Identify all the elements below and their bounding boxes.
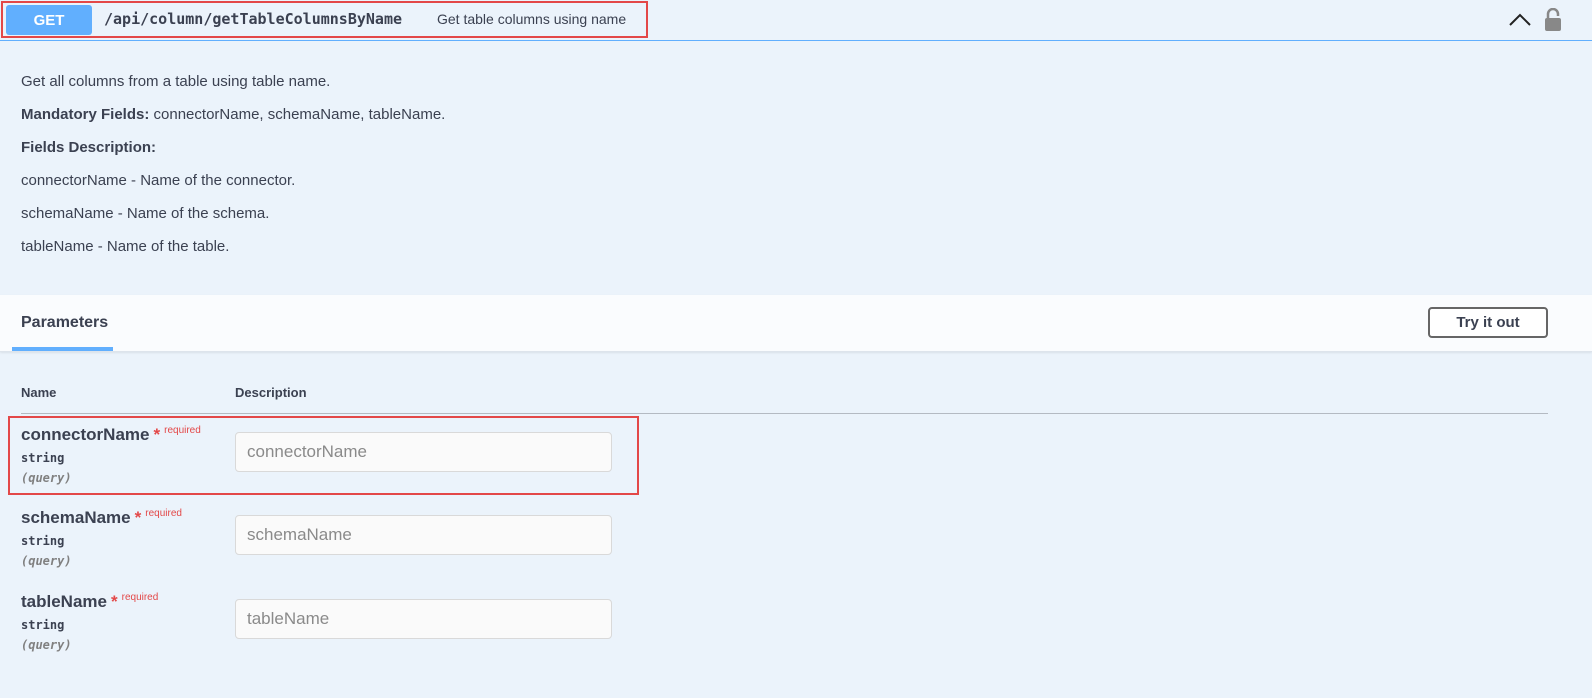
- column-header-name: Name: [21, 385, 57, 400]
- parameter-name: schemaName * required: [21, 508, 182, 527]
- parameter-type: string: [21, 618, 65, 632]
- field-description-connector: connectorName - Name of the connector.: [21, 172, 296, 189]
- mandatory-label: Mandatory Fields:: [21, 106, 150, 123]
- parameter-highlight-box: [8, 416, 639, 495]
- parameter-location: (query): [21, 554, 72, 568]
- operation-description: Get all columns from a table using table…: [21, 72, 445, 270]
- tab-parameters[interactable]: Parameters: [12, 295, 113, 351]
- description-line: Get all columns from a table using table…: [21, 73, 331, 90]
- try-it-out-button[interactable]: Try it out: [1428, 307, 1548, 338]
- schema-name-input[interactable]: [235, 515, 612, 555]
- required-label: required: [145, 508, 182, 519]
- fields-description-heading: Fields Description:: [21, 139, 157, 156]
- column-header-description: Description: [235, 385, 307, 400]
- parameter-name: tableName * required: [21, 592, 159, 611]
- tab-parameters-label: Parameters: [21, 314, 109, 331]
- summary-highlight-box: [1, 1, 648, 38]
- header-divider: [21, 413, 1548, 414]
- parameter-row-schema-name: schemaName * required string (query): [0, 508, 1592, 588]
- parameter-location: (query): [21, 638, 72, 652]
- field-description-schema: schemaName - Name of the schema.: [21, 205, 270, 222]
- lock-icon[interactable]: [1544, 8, 1562, 32]
- required-star: *: [134, 508, 142, 527]
- field-description-table: tableName - Name of the table.: [21, 238, 230, 255]
- mandatory-fields: Mandatory Fields: connectorName, schemaN…: [21, 105, 445, 138]
- parameter-type: string: [21, 534, 65, 548]
- parameter-row-table-name: tableName * required string (query): [0, 592, 1592, 672]
- mandatory-value: connectorName, schemaName, tableName.: [149, 106, 446, 123]
- chevron-up-icon[interactable]: [1508, 10, 1532, 30]
- required-label: required: [121, 592, 159, 603]
- required-star: *: [110, 592, 118, 611]
- parameters-header: Parameters Try it out: [0, 295, 1592, 352]
- table-name-input[interactable]: [235, 599, 612, 639]
